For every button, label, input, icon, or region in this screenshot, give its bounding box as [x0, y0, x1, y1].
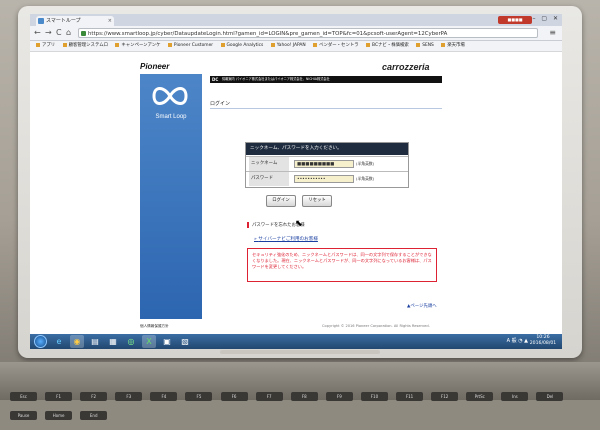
- smartloop-brand-text: Smart Loop: [155, 114, 187, 120]
- header-info-bar: DC 情報案内 パイオニア株式会社またはパイオニア株式会社、NICHIA株式会社: [210, 76, 442, 83]
- taskbar-clock[interactable]: 10:26 2016/08/01: [529, 335, 557, 347]
- bookmark-item[interactable]: 顧客管理システムロ: [63, 41, 108, 51]
- bookmark-item[interactable]: BCナビ・株価検索: [366, 41, 409, 51]
- browser-tab[interactable]: スマートループ ×: [36, 16, 114, 26]
- address-url: https://www.smartloop.jp/cyber/Dataupdat…: [88, 31, 448, 37]
- login-button[interactable]: ログイン: [266, 195, 296, 207]
- forward-icon[interactable]: →: [45, 28, 52, 38]
- bookmark-item[interactable]: Pioneer Customer: [168, 41, 213, 51]
- laptop-hinge: [220, 350, 380, 354]
- menu-icon[interactable]: ≡: [549, 28, 556, 37]
- tab-title: スマートループ: [46, 18, 81, 24]
- bookmark-item[interactable]: 楽天市場: [441, 41, 465, 51]
- explorer-icon[interactable]: ▦: [106, 335, 120, 348]
- password-input[interactable]: •••••••••••: [294, 175, 354, 183]
- header-bar-code: DC: [212, 77, 219, 82]
- back-icon[interactable]: ←: [34, 28, 41, 38]
- user-profile-badge[interactable]: ■■■■: [498, 16, 532, 24]
- function-key-row: Esc F1 F2 F3 F4 F5 F6 F7 F8 F9 F10 F11 F…: [10, 392, 600, 420]
- carrozzeria-logo[interactable]: carrozzeria: [382, 62, 430, 72]
- web-page: Pioneer carrozzeria Smart Loop 個人情報保護方針 …: [30, 52, 562, 337]
- bookmarks-bar: アプリ 顧客管理システムロ キャンペーンアンケ Pioneer Customer…: [30, 41, 562, 52]
- bookmark-item[interactable]: SENS: [416, 41, 434, 51]
- keyboard-key: End: [80, 411, 108, 420]
- reload-icon[interactable]: C: [56, 28, 62, 38]
- password-label: パスワード: [249, 172, 289, 186]
- bookmark-item[interactable]: Yahoo! JAPAN: [271, 41, 306, 51]
- chrome-icon[interactable]: ◉: [70, 335, 84, 348]
- password-note: (半角英数): [356, 176, 375, 181]
- clock-date: 2016/08/01: [529, 341, 557, 346]
- password-row: パスワード ••••••••••• (半角英数): [246, 171, 408, 186]
- excel-icon[interactable]: X: [142, 335, 156, 348]
- page-title: ログイン: [210, 101, 231, 107]
- nickname-note: (半角英数): [356, 161, 375, 166]
- pioneer-logo[interactable]: Pioneer: [140, 62, 169, 71]
- home-icon[interactable]: ⌂: [66, 28, 71, 38]
- cybernavi-support-link[interactable]: サイバーナビご利用のお客様: [254, 236, 318, 242]
- bookmark-item[interactable]: Google Analytics: [221, 41, 264, 51]
- nickname-row: ニックネーム ■■■■■■■■■ (半角英数): [246, 156, 408, 171]
- bookmark-item[interactable]: ベンダー・セントラ: [313, 41, 359, 51]
- favicon-icon: [38, 18, 44, 24]
- page-top-link[interactable]: ▲ページ先頭へ: [407, 303, 437, 309]
- title-divider: [210, 108, 442, 109]
- ie-icon[interactable]: e: [52, 335, 66, 348]
- address-bar[interactable]: https://www.smartloop.jp/cyber/Dataupdat…: [78, 28, 538, 38]
- outlook-icon[interactable]: ▤: [88, 335, 102, 348]
- system-tray[interactable]: A 般 ◔ ▲: [507, 337, 528, 344]
- browser-toolbar: ← → C ⌂ https://www.smartloop.jp/cyber/D…: [30, 26, 562, 41]
- privacy-policy-link[interactable]: 個人情報保護方針: [140, 324, 169, 329]
- nickname-input[interactable]: ■■■■■■■■■: [294, 160, 354, 168]
- smartloop-sidebar: Smart Loop: [140, 74, 202, 319]
- windows-taskbar: e ◉ ▤ ▦ ◎ X ▣ ▧ A 般 ◔ ▲ 10:26 2016/08/01: [30, 334, 562, 349]
- skype-icon[interactable]: ◎: [124, 335, 138, 348]
- app-icon[interactable]: ▣: [160, 335, 174, 348]
- security-notice: セキュリティ強化のため、ニックネームとパスワードは、同一の文字列で保存することが…: [247, 248, 437, 282]
- mouse-cursor-icon: ⬉: [295, 219, 303, 229]
- laptop-keyboard: Esc F1 F2 F3 F4 F5 F6 F7 F8 F9 F10 F11 F…: [0, 362, 600, 420]
- infinity-loop-icon: [152, 87, 188, 105]
- keyboard-key: Home: [45, 411, 73, 420]
- header-bar-text: 情報案内 パイオニア株式会社またはパイオニア株式会社、NICHIA株式会社: [222, 77, 330, 81]
- reset-button[interactable]: リセット: [302, 195, 332, 207]
- browser-tabstrip: スマートループ × ■■■■ – ▢ ✕: [30, 14, 562, 26]
- app-icon[interactable]: ▧: [178, 335, 192, 348]
- start-button[interactable]: [34, 335, 47, 348]
- bookmark-item[interactable]: アプリ: [36, 41, 55, 51]
- tab-close-icon[interactable]: ×: [108, 16, 112, 26]
- lock-icon: [81, 31, 86, 36]
- laptop-screen: スマートループ × ■■■■ – ▢ ✕ ← → C ⌂ https://www…: [30, 14, 562, 349]
- window-controls[interactable]: – ▢ ✕: [532, 15, 560, 22]
- nickname-label: ニックネーム: [249, 157, 289, 171]
- login-form: ニックネーム、パスワードを入力ください。 ニックネーム ■■■■■■■■■ (半…: [245, 142, 409, 188]
- bookmark-item[interactable]: キャンペーンアンケ: [115, 41, 160, 51]
- keyboard-key: Pause: [10, 411, 37, 420]
- form-heading: ニックネーム、パスワードを入力ください。: [246, 143, 408, 155]
- copyright-text: Copyright © 2016 Pioneer Corporation. Al…: [322, 324, 430, 328]
